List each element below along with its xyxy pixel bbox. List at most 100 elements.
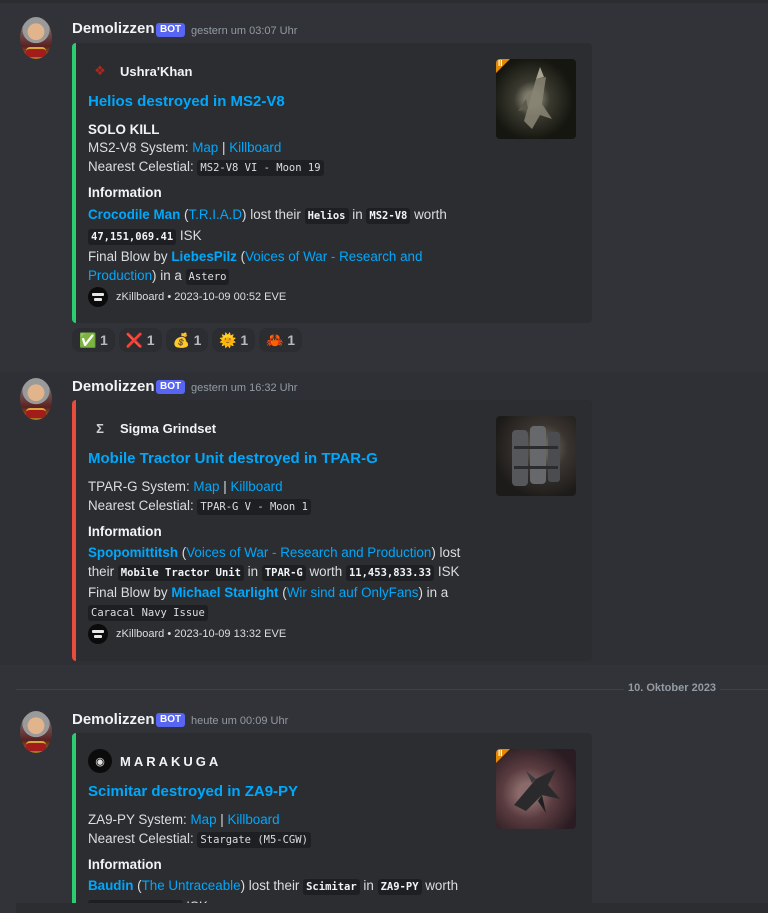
information-heading: Information bbox=[88, 185, 162, 200]
final-blow-text: Final Blow by bbox=[88, 249, 168, 264]
final-blow-ship: Caracal Navy Issue bbox=[88, 605, 208, 621]
reaction-check[interactable]: ✅ 1 bbox=[72, 328, 115, 352]
reaction-moneybag[interactable]: 💰 1 bbox=[165, 328, 209, 352]
structure-image bbox=[512, 426, 560, 486]
information-heading: Information bbox=[88, 857, 162, 872]
killboard-link[interactable]: Killboard bbox=[229, 140, 281, 155]
author-name[interactable]: Demolizzen bbox=[72, 20, 155, 37]
victim-link[interactable]: Spopomittitsh bbox=[88, 545, 178, 560]
author-name[interactable]: Demolizzen bbox=[72, 711, 155, 728]
isk-value: 11,453,833.33 bbox=[345, 565, 435, 581]
embed-author[interactable]: ❖ Ushra'Khan bbox=[88, 59, 192, 83]
victim-link[interactable]: Crocodile Man bbox=[88, 207, 180, 222]
tech-badge-icon: II bbox=[498, 749, 503, 758]
message-3: Demolizzen BOT heute um 00:09 Uhr ◉ MARA… bbox=[0, 700, 768, 913]
bot-badge: BOT bbox=[156, 380, 186, 394]
final-blow-link[interactable]: LiebesPilz bbox=[171, 249, 237, 264]
system-name: ZA9-PY bbox=[377, 879, 422, 895]
bot-badge: BOT bbox=[156, 713, 186, 727]
embed-title[interactable]: Helios destroyed in MS2-V8 bbox=[88, 93, 285, 110]
isk-label: ISK bbox=[437, 564, 460, 579]
embed-footer: zKillboard • 2023-10-09 13:32 EVE bbox=[88, 624, 286, 644]
reaction-cross[interactable]: ❌ 1 bbox=[118, 328, 162, 352]
embed-footer: zKillboard • 2023-10-09 00:52 EVE bbox=[88, 287, 286, 307]
message-1: Demolizzen BOT gestern um 03:07 Uhr ❖ Us… bbox=[0, 0, 768, 360]
isk-value: 47,151,069.41 bbox=[88, 229, 177, 245]
ship-thumbnail[interactable]: II bbox=[496, 749, 576, 829]
isk-label: ISK bbox=[179, 228, 202, 243]
crab-icon: 🦀 bbox=[266, 331, 284, 348]
nearest-celestial: Stargate (M5-CGW) bbox=[197, 832, 311, 848]
reaction-count: 1 bbox=[146, 332, 155, 348]
alliance-icon: ❖ bbox=[88, 59, 112, 83]
ship-name: Mobile Tractor Unit bbox=[117, 565, 244, 581]
structure-thumbnail[interactable] bbox=[496, 416, 576, 496]
author-name[interactable]: Demolizzen bbox=[72, 378, 155, 395]
alliance-icon: ◉ bbox=[88, 749, 112, 773]
victim-corp-link[interactable]: The Untraceable bbox=[142, 878, 241, 893]
worth-text: worth bbox=[309, 564, 343, 579]
in-text: in bbox=[363, 878, 374, 893]
timestamp: gestern um 16:32 Uhr bbox=[191, 382, 298, 394]
nearest-celestial: MS2-V8 VI - Moon 19 bbox=[197, 160, 324, 176]
reaction-sun[interactable]: 🌞 1 bbox=[212, 328, 256, 352]
system-prefix: MS2-V8 System: bbox=[88, 140, 189, 155]
system-name: MS2-V8 bbox=[366, 208, 411, 224]
final-blow-corp-link[interactable]: Wir sind auf OnlyFans bbox=[287, 585, 419, 600]
nearest-prefix: Nearest Celestial: bbox=[88, 498, 194, 513]
reactions-bar: ✅ 1 ❌ 1 💰 1 🌞 1 🦀 1 bbox=[72, 328, 302, 352]
their-text: their bbox=[88, 564, 115, 579]
information-text: Crocodile Man (T.R.I.A.D) lost their Hel… bbox=[88, 207, 447, 285]
avatar[interactable] bbox=[20, 17, 52, 59]
map-link[interactable]: Map bbox=[192, 140, 218, 155]
worth-text: worth bbox=[414, 207, 447, 222]
system-line: ZA9-PY System: Map | Killboard bbox=[88, 811, 478, 829]
embed-author[interactable]: Σ Sigma Grindset bbox=[88, 416, 216, 440]
in-a-text: in a bbox=[160, 268, 182, 283]
victim-corp-link[interactable]: T.R.I.A.D bbox=[188, 207, 242, 222]
check-icon: ✅ bbox=[79, 331, 97, 348]
embed-author-name: Sigma Grindset bbox=[120, 420, 217, 436]
separator: | bbox=[223, 479, 227, 494]
footer-text: zKillboard • 2023-10-09 13:32 EVE bbox=[116, 628, 287, 640]
avatar[interactable] bbox=[20, 711, 52, 753]
embed-color-bar bbox=[72, 400, 76, 661]
lost-text: lost bbox=[439, 545, 461, 560]
kill-embed: ◉ MARAKUGA Scimitar destroyed in ZA9-PY … bbox=[72, 733, 592, 913]
in-text: in bbox=[247, 564, 259, 579]
in-text: in bbox=[352, 207, 363, 222]
embed-title[interactable]: Scimitar destroyed in ZA9-PY bbox=[88, 783, 298, 800]
ship-thumbnail[interactable]: II bbox=[496, 59, 576, 139]
date-divider-label: 10. Oktober 2023 bbox=[624, 682, 721, 694]
killboard-link[interactable]: Killboard bbox=[227, 812, 279, 827]
timestamp: heute um 00:09 Uhr bbox=[191, 715, 289, 727]
map-link[interactable]: Map bbox=[190, 812, 216, 827]
lost-text: lost their bbox=[248, 878, 300, 893]
embed-color-bar bbox=[72, 733, 76, 913]
sun-icon: 🌞 bbox=[219, 331, 237, 348]
bot-badge: BOT bbox=[156, 23, 186, 37]
nearest-celestial-line: Nearest Celestial: TPAR-G V - Moon 1 bbox=[88, 497, 478, 516]
victim-link[interactable]: Baudin bbox=[88, 878, 133, 893]
kill-embed: Σ Sigma Grindset Mobile Tractor Unit des… bbox=[72, 400, 592, 661]
reaction-crab[interactable]: 🦀 1 bbox=[259, 328, 302, 352]
cross-icon: ❌ bbox=[125, 331, 144, 348]
system-name: TPAR-G bbox=[261, 565, 306, 581]
information-heading: Information bbox=[88, 524, 162, 539]
composer-edge bbox=[16, 903, 768, 913]
avatar[interactable] bbox=[20, 378, 52, 420]
worth-text: worth bbox=[425, 878, 459, 893]
timestamp: gestern um 03:07 Uhr bbox=[191, 25, 298, 37]
map-link[interactable]: Map bbox=[193, 479, 219, 494]
killboard-link[interactable]: Killboard bbox=[230, 479, 282, 494]
nearest-prefix: Nearest Celestial: bbox=[88, 159, 194, 174]
separator: | bbox=[222, 140, 226, 155]
separator: | bbox=[220, 812, 224, 827]
solo-kill-label: SOLO KILL bbox=[88, 121, 478, 139]
embed-title[interactable]: Mobile Tractor Unit destroyed in TPAR-G bbox=[88, 450, 378, 467]
embed-color-bar bbox=[72, 43, 76, 323]
final-blow-link[interactable]: Michael Starlight bbox=[171, 585, 278, 600]
embed-author[interactable]: ◉ MARAKUGA bbox=[88, 749, 221, 773]
in-a-text: in a bbox=[426, 585, 449, 600]
victim-corp-link[interactable]: Voices of War - Research and Production bbox=[186, 545, 431, 560]
